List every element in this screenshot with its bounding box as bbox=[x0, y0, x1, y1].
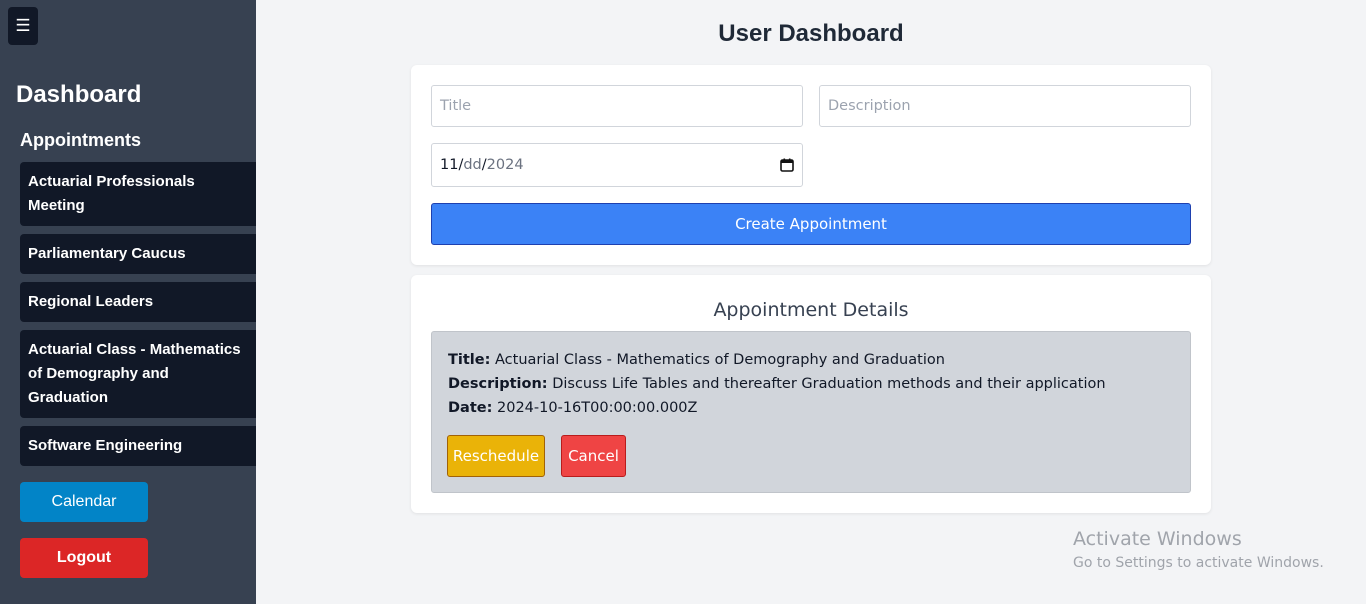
hamburger-icon: ☰ bbox=[15, 16, 31, 35]
sidebar-title: Dashboard bbox=[16, 81, 142, 108]
sidebar: ☰ Dashboard Appointments Actuarial Profe… bbox=[0, 0, 256, 604]
appointment-item-actuarial-professionals[interactable]: Actuarial Professionals Meeting bbox=[20, 162, 256, 226]
watermark-title: Activate Windows bbox=[1073, 528, 1242, 550]
details-panel: Title: Actuarial Class - Mathematics of … bbox=[431, 331, 1191, 493]
date-input[interactable]: 11/dd/2024 bbox=[431, 143, 803, 187]
calendar-icon[interactable] bbox=[780, 158, 794, 172]
create-appointment-form: Title Description 11/dd/2024 Create Appo… bbox=[411, 65, 1211, 265]
description-input[interactable]: Description bbox=[819, 85, 1191, 127]
date-value: 11/dd/2024 bbox=[440, 157, 524, 173]
appointment-item-actuarial-class[interactable]: Actuarial Class - Mathematics of Demogra… bbox=[20, 330, 256, 418]
calendar-button[interactable]: Calendar bbox=[20, 482, 148, 522]
appointments-heading: Appointments bbox=[20, 130, 141, 150]
appointment-item-regional-leaders[interactable]: Regional Leaders bbox=[20, 282, 256, 322]
watermark-subtitle: Go to Settings to activate Windows. bbox=[1073, 555, 1324, 571]
activate-windows-watermark: Activate Windows Go to Settings to activ… bbox=[1073, 528, 1324, 574]
appointment-item-software-engineering[interactable]: Software Engineering bbox=[20, 426, 256, 466]
cancel-button[interactable]: Cancel bbox=[561, 435, 626, 477]
detail-description: Description: Discuss Life Tables and the… bbox=[448, 376, 1106, 392]
appointment-item-parliamentary-caucus[interactable]: Parliamentary Caucus bbox=[20, 234, 256, 274]
reschedule-button[interactable]: Reschedule bbox=[447, 435, 545, 477]
appointment-list: Actuarial Professionals Meeting Parliame… bbox=[20, 162, 256, 474]
title-input[interactable]: Title bbox=[431, 85, 803, 127]
appointment-details-card: Appointment Details Title: Actuarial Cla… bbox=[411, 275, 1211, 513]
page-title: User Dashboard bbox=[718, 20, 904, 47]
detail-date: Date: 2024-10-16T00:00:00.000Z bbox=[448, 400, 698, 416]
details-heading: Appointment Details bbox=[713, 299, 909, 321]
menu-toggle-button[interactable]: ☰ bbox=[8, 7, 38, 45]
detail-title: Title: Actuarial Class - Mathematics of … bbox=[448, 352, 945, 368]
logout-button[interactable]: Logout bbox=[20, 538, 148, 578]
create-appointment-button[interactable]: Create Appointment bbox=[431, 203, 1191, 245]
